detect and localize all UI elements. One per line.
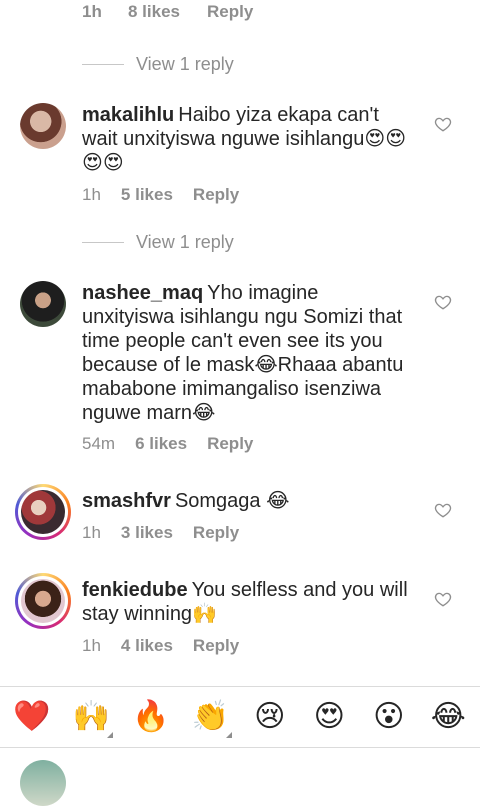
emoji-surprised-button[interactable]: 😮 [367, 702, 411, 732]
view-replies-button[interactable]: View 1 reply [82, 227, 234, 257]
heart-outline-icon[interactable] [434, 293, 452, 311]
emoji-raising-hands-button[interactable]: 🙌 [69, 699, 114, 738]
emoji-tears-of-joy-button[interactable]: 😂 [426, 702, 470, 732]
my-avatar [20, 760, 66, 806]
comment-likes[interactable]: 8 likes [128, 2, 180, 22]
partial-comment-meta: 1h 8 likes Reply [0, 0, 480, 22]
avatar[interactable] [15, 484, 71, 540]
comment-likes[interactable]: 4 likes [121, 636, 173, 656]
comment-body: nashee_maq Yho imagine unxityiswa isihlan… [82, 281, 412, 425]
reply-button[interactable]: Reply [193, 523, 239, 543]
variant-indicator-icon [226, 732, 233, 738]
comment-body: smashfvr Somgaga 😂 [82, 489, 412, 513]
emoji-heart-button[interactable]: ❤️ [10, 702, 54, 732]
comment-likes[interactable]: 6 likes [135, 434, 187, 454]
comment-likes[interactable]: 3 likes [121, 523, 173, 543]
comment-meta: 1h 5 likes Reply [82, 185, 239, 205]
view-replies-label: View 1 reply [136, 53, 234, 74]
view-replies-label: View 1 reply [136, 231, 234, 252]
comment-time: 1h [82, 636, 101, 655]
emoji-quick-bar: ❤️ 🙌 🔥 👏 😢 😍 😮 😂 [0, 686, 480, 748]
comment-body: makalihlu Haibo yiza ekapa can't wait unx… [82, 103, 412, 175]
comment-body: fenkiedube You selfless and you will stay… [82, 578, 412, 626]
comment-username[interactable]: smashfvr [82, 490, 171, 512]
heart-outline-icon[interactable] [434, 115, 452, 133]
reply-button[interactable]: Reply [207, 434, 253, 454]
comment-meta: 1h 3 likes Reply [82, 523, 239, 543]
divider-line [82, 241, 124, 243]
reply-button[interactable]: Reply [193, 185, 239, 205]
comment-meta: 54m 6 likes Reply [82, 434, 253, 454]
view-replies-button[interactable]: View 1 reply [82, 49, 234, 79]
reply-button[interactable]: Reply [193, 636, 239, 656]
emoji-glyph: 🙌 [72, 699, 110, 734]
comment-time: 1h [82, 2, 102, 21]
divider-line [82, 63, 124, 65]
avatar[interactable] [15, 573, 71, 629]
heart-outline-icon[interactable] [434, 501, 452, 519]
avatar[interactable] [20, 103, 66, 149]
comment-meta: 1h 4 likes Reply [82, 636, 239, 656]
emoji-crying-button[interactable]: 😢 [248, 702, 292, 732]
emoji-heart-eyes-button[interactable]: 😍 [307, 702, 351, 732]
emoji-glyph: 👏 [191, 699, 229, 734]
comment-username[interactable]: nashee_maq [82, 282, 203, 304]
comment-time: 1h [82, 185, 101, 204]
variant-indicator-icon [107, 732, 114, 738]
comment-time: 1h [82, 523, 101, 542]
heart-outline-icon[interactable] [434, 590, 452, 608]
reply-button[interactable]: Reply [207, 2, 253, 22]
comment-text: Somgaga 😂 [174, 490, 290, 512]
comment-time: 54m [82, 434, 116, 453]
emoji-fire-button[interactable]: 🔥 [129, 702, 173, 732]
emoji-clapping-button[interactable]: 👏 [188, 699, 233, 738]
comment-username[interactable]: fenkiedube [82, 579, 188, 601]
avatar[interactable] [20, 281, 66, 327]
comment-likes[interactable]: 5 likes [121, 185, 173, 205]
comment-username[interactable]: makalihlu [82, 104, 174, 126]
